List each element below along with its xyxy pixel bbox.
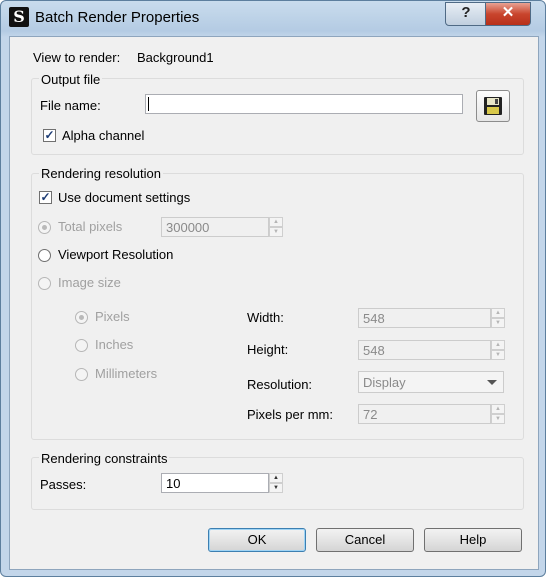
spin-up-icon[interactable]: ▲: [491, 340, 505, 350]
resolution-select[interactable]: Display: [358, 371, 504, 393]
title-bar[interactable]: S Batch Render Properties ? ✕: [1, 1, 545, 35]
file-name-label: File name:: [40, 98, 101, 113]
spin-down-icon[interactable]: ▼: [491, 318, 505, 328]
rendering-resolution-group: [31, 173, 524, 440]
resolution-select-value: Display: [363, 375, 406, 390]
image-size-radio[interactable]: [38, 277, 51, 290]
file-name-input[interactable]: [145, 94, 463, 114]
total-pixels-spinner[interactable]: ▲ ▼: [269, 217, 283, 237]
dialog-window: S Batch Render Properties ? ✕ View to re…: [0, 0, 546, 577]
spin-down-icon[interactable]: ▼: [491, 414, 505, 424]
image-size-label: Image size: [58, 275, 121, 290]
resolution-label: Resolution:: [247, 377, 313, 392]
pixels-per-mm-input[interactable]: 72: [358, 404, 491, 424]
spin-down-icon[interactable]: ▼: [269, 483, 283, 493]
use-document-settings-checkbox[interactable]: ✓: [39, 191, 52, 204]
output-file-title: Output file: [39, 72, 103, 87]
millimeters-unit-radio[interactable]: [75, 368, 88, 381]
window-title: Batch Render Properties: [35, 9, 200, 26]
pixels-per-mm-spinner[interactable]: ▲ ▼: [491, 404, 505, 424]
help-button[interactable]: Help: [424, 528, 522, 552]
view-to-render-value: Background1: [137, 50, 214, 65]
ok-button[interactable]: OK: [208, 528, 306, 552]
dialog-client: View to render: Background1 Output file …: [9, 36, 539, 570]
viewport-resolution-label: Viewport Resolution: [58, 247, 174, 262]
alpha-channel-label: Alpha channel: [62, 128, 145, 143]
rendering-resolution-title: Rendering resolution: [39, 166, 163, 181]
total-pixels-radio[interactable]: [38, 221, 51, 234]
width-spinner[interactable]: ▲ ▼: [491, 308, 505, 328]
text-cursor: [148, 97, 149, 111]
inches-unit-radio[interactable]: [75, 339, 88, 352]
alpha-channel-checkbox[interactable]: ✓: [43, 129, 56, 142]
height-input[interactable]: 548: [358, 340, 491, 360]
total-pixels-label: Total pixels: [58, 219, 123, 234]
spin-down-icon[interactable]: ▼: [491, 350, 505, 360]
total-pixels-input[interactable]: 300000: [161, 217, 269, 237]
spin-up-icon[interactable]: ▲: [269, 217, 283, 227]
pixels-unit-radio[interactable]: [75, 311, 88, 324]
spin-up-icon[interactable]: ▲: [269, 473, 283, 483]
output-file-group: [31, 78, 524, 155]
view-to-render-label: View to render:: [33, 50, 121, 65]
chevron-down-icon: [487, 380, 497, 385]
title-help-button[interactable]: ?: [445, 2, 487, 26]
browse-save-button[interactable]: [476, 90, 510, 122]
spin-down-icon[interactable]: ▼: [269, 227, 283, 237]
title-close-button[interactable]: ✕: [485, 2, 531, 26]
height-label: Height:: [247, 342, 289, 357]
radio-dot: [42, 225, 47, 230]
passes-label: Passes:: [40, 477, 87, 492]
millimeters-unit-label: Millimeters: [95, 366, 158, 381]
height-spinner[interactable]: ▲ ▼: [491, 340, 505, 360]
pixels-per-mm-label: Pixels per mm:: [247, 407, 333, 422]
radio-dot: [79, 315, 84, 320]
cancel-button[interactable]: Cancel: [316, 528, 414, 552]
rendering-constraints-title: Rendering constraints: [39, 451, 170, 466]
passes-input[interactable]: 10: [161, 473, 269, 493]
passes-spinner[interactable]: ▲ ▼: [269, 473, 283, 493]
spin-up-icon[interactable]: ▲: [491, 308, 505, 318]
use-document-settings-label: Use document settings: [58, 190, 191, 205]
app-icon: S: [9, 7, 29, 27]
inches-unit-label: Inches: [95, 337, 134, 352]
viewport-resolution-radio[interactable]: [38, 249, 51, 262]
width-label: Width:: [247, 310, 284, 325]
width-input[interactable]: 548: [358, 308, 491, 328]
pixels-unit-label: Pixels: [95, 309, 130, 324]
spin-up-icon[interactable]: ▲: [491, 404, 505, 414]
floppy-disk-icon: [484, 97, 502, 115]
